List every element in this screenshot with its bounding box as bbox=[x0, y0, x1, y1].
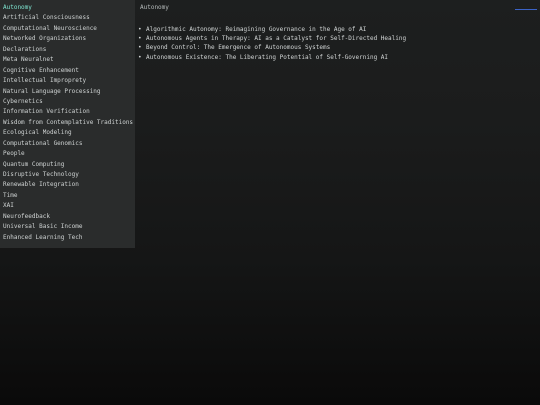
sidebar-item-meta-neuralnet[interactable]: Meta Neuralnet bbox=[0, 55, 135, 65]
sidebar-item-declarations[interactable]: Declarations bbox=[0, 45, 135, 55]
article-link[interactable]: • Autonomous Existence: The Liberating Po… bbox=[138, 53, 406, 62]
sidebar-item-artificial-consciousness[interactable]: Artificial Consciousness bbox=[0, 13, 135, 23]
sidebar-item-natural-language-processing[interactable]: Natural Language Processing bbox=[0, 87, 135, 97]
sidebar-item-cybernetics[interactable]: Cybernetics bbox=[0, 97, 135, 107]
article-link[interactable]: • Algorithmic Autonomy: Reimagining Gover… bbox=[138, 25, 406, 34]
corner-link[interactable] bbox=[515, 3, 537, 12]
sidebar-item-cognitive-enhancement[interactable]: Cognitive Enhancement bbox=[0, 66, 135, 76]
sidebar-item-time[interactable]: Time bbox=[0, 191, 135, 201]
sidebar-item-intellectual-improprety[interactable]: Intellectual Improprety bbox=[0, 76, 135, 86]
sidebar-item-networked-organizations[interactable]: Networked Organizations bbox=[0, 34, 135, 44]
sidebar-item-ecological-modeling[interactable]: Ecological Modeling bbox=[0, 128, 135, 138]
sidebar-item-xai[interactable]: XAI bbox=[0, 201, 135, 211]
sidebar-item-computational-neuroscience[interactable]: Computational Neuroscience bbox=[0, 24, 135, 34]
sidebar-item-enhanced-learning-tech[interactable]: Enhanced Learning Tech bbox=[0, 233, 135, 243]
sidebar-item-quantum-computing[interactable]: Quantum Computing bbox=[0, 160, 135, 170]
bullet-icon: • bbox=[138, 53, 142, 61]
article-link[interactable]: • Beyond Control: The Emergence of Autono… bbox=[138, 43, 406, 52]
sidebar: Autonomy Artificial Consciousness Comput… bbox=[0, 0, 135, 248]
article-title: Algorithmic Autonomy: Reimagining Govern… bbox=[146, 26, 367, 33]
sidebar-item-universal-basic-income[interactable]: Universal Basic Income bbox=[0, 222, 135, 232]
article-link[interactable]: • Autonomous Agents in Therapy: AI as a C… bbox=[138, 34, 406, 43]
bullet-icon: • bbox=[138, 44, 142, 52]
article-title: Autonomous Agents in Therapy: AI as a Ca… bbox=[146, 35, 407, 43]
sidebar-item-renewable-integration[interactable]: Renewable Integration bbox=[0, 180, 135, 190]
link-underline bbox=[515, 9, 537, 10]
sidebar-item-people[interactable]: People bbox=[0, 149, 135, 159]
article-title: Autonomous Existence: The Liberating Pot… bbox=[146, 53, 389, 61]
sidebar-item-computational-genomics[interactable]: Computational Genomics bbox=[0, 139, 135, 149]
sidebar-item-information-verification[interactable]: Information Verification bbox=[0, 107, 135, 117]
article-title: Beyond Control: The Emergence of Autonom… bbox=[146, 44, 331, 52]
article-list: • Algorithmic Autonomy: Reimagining Gover… bbox=[138, 25, 406, 62]
bullet-icon: • bbox=[138, 35, 142, 43]
page-title: Autonomy bbox=[140, 4, 169, 11]
sidebar-item-disruptive-technology[interactable]: Disruptive Technology bbox=[0, 170, 135, 180]
sidebar-item-autonomy[interactable]: Autonomy bbox=[0, 3, 135, 13]
bullet-icon: • bbox=[138, 26, 142, 33]
main-content: Autonomy • Algorithmic Autonomy: Reimagin… bbox=[135, 0, 540, 405]
sidebar-item-neurofeedback[interactable]: Neurofeedback bbox=[0, 212, 135, 222]
sidebar-item-wisdom-from-contemplative-traditions[interactable]: Wisdom from Contemplative Traditions bbox=[0, 118, 135, 128]
